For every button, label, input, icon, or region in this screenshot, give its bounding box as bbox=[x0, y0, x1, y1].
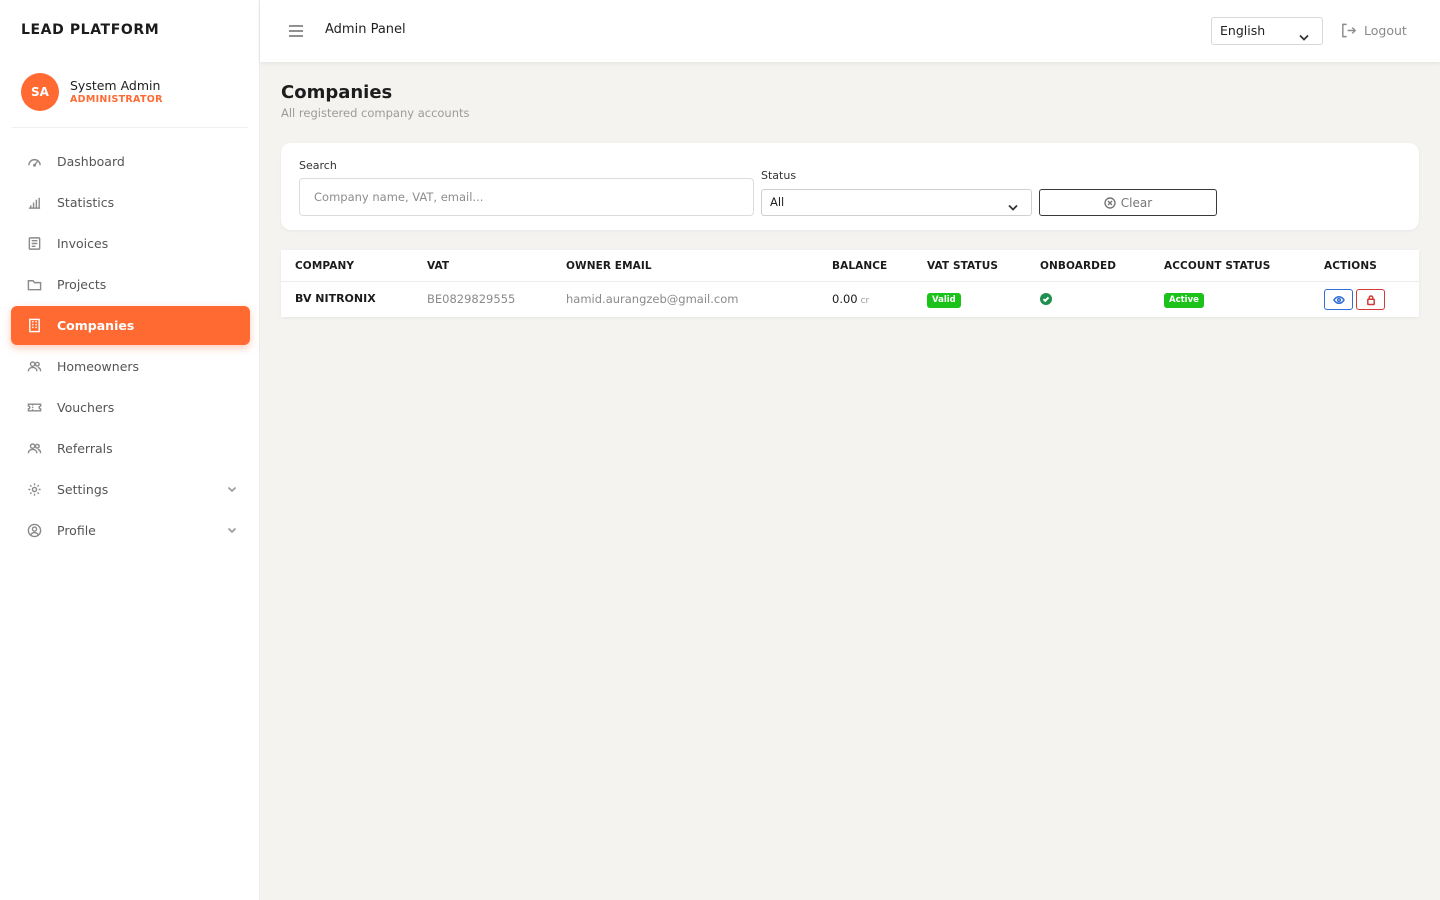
column-header-vat-status[interactable]: VAT STATUS bbox=[927, 260, 998, 272]
header-title: Admin Panel bbox=[325, 22, 406, 37]
sidebar-item-label: Companies bbox=[57, 318, 135, 333]
sidebar-divider bbox=[12, 127, 248, 128]
sidebar-item-invoices[interactable]: Invoices bbox=[11, 224, 250, 263]
sidebar-item-label: Homeowners bbox=[57, 359, 140, 374]
sidebar-item-vouchers[interactable]: Vouchers bbox=[11, 388, 250, 427]
column-header-vat[interactable]: VAT bbox=[427, 260, 449, 272]
lock-icon bbox=[1366, 294, 1375, 305]
user-circle-icon bbox=[27, 523, 42, 538]
lock-button[interactable] bbox=[1356, 289, 1385, 310]
clear-button[interactable]: Clear bbox=[1039, 189, 1217, 216]
vat-status-badge: Valid bbox=[927, 293, 961, 308]
logout-label: Logout bbox=[1364, 23, 1407, 38]
page-title: Companies bbox=[281, 82, 393, 103]
column-header-account-status[interactable]: ACCOUNT STATUS bbox=[1164, 260, 1270, 272]
gear-icon bbox=[27, 482, 42, 497]
cell-company[interactable]: BV NITRONIX bbox=[295, 292, 376, 305]
avatar: SA bbox=[21, 73, 59, 111]
language-select[interactable]: English bbox=[1211, 17, 1323, 45]
search-input[interactable] bbox=[299, 178, 754, 216]
bar-chart-icon bbox=[27, 195, 42, 210]
eye-icon bbox=[1332, 295, 1345, 304]
search-label: Search bbox=[299, 159, 337, 172]
sidebar-item-homeowners[interactable]: Homeowners bbox=[11, 347, 250, 386]
column-header-actions: ACTIONS bbox=[1324, 260, 1377, 272]
column-header-owner-email[interactable]: OWNER EMAIL bbox=[566, 260, 652, 272]
user-role: ADMINISTRATOR bbox=[70, 94, 163, 105]
hamburger-menu-icon[interactable] bbox=[288, 23, 304, 37]
sidebar-nav: Dashboard Statistics Invoices Projects C… bbox=[11, 142, 250, 552]
sidebar: LEAD PLATFORM SA System Admin ADMINISTRA… bbox=[0, 0, 260, 900]
sidebar-item-referrals[interactable]: Referrals bbox=[11, 429, 250, 468]
cell-owner-email: hamid.aurangzeb@gmail.com bbox=[566, 292, 739, 306]
status-select[interactable]: All bbox=[761, 189, 1032, 216]
ticket-icon bbox=[27, 400, 42, 415]
sidebar-item-label: Vouchers bbox=[57, 400, 115, 415]
sidebar-item-projects[interactable]: Projects bbox=[11, 265, 250, 304]
sidebar-item-label: Profile bbox=[57, 523, 96, 538]
top-header: Admin Panel English Logout bbox=[260, 0, 1440, 62]
clear-button-label: Clear bbox=[1120, 195, 1153, 210]
users-icon bbox=[27, 359, 42, 374]
logout-button[interactable]: Logout bbox=[1340, 22, 1407, 39]
building-icon bbox=[27, 318, 42, 333]
sidebar-item-dashboard[interactable]: Dashboard bbox=[11, 142, 250, 181]
column-header-onboarded[interactable]: ONBOARDED bbox=[1040, 260, 1116, 272]
status-select-value: All bbox=[770, 195, 785, 209]
user-name: System Admin bbox=[70, 78, 161, 93]
clear-circle-x-icon bbox=[1104, 196, 1116, 209]
onboarded-check-icon bbox=[1040, 293, 1052, 305]
gauge-icon bbox=[27, 154, 42, 169]
invoice-icon bbox=[27, 236, 42, 251]
users-icon bbox=[27, 441, 42, 456]
chevron-down-icon bbox=[1007, 197, 1019, 211]
balance-value: 0.00 bbox=[832, 292, 858, 306]
user-card: SA System Admin ADMINISTRATOR bbox=[21, 73, 163, 111]
account-status-badge: Active bbox=[1164, 293, 1204, 308]
sidebar-item-label: Projects bbox=[57, 277, 107, 292]
sidebar-item-label: Referrals bbox=[57, 441, 113, 456]
view-button[interactable] bbox=[1324, 289, 1353, 310]
sidebar-item-label: Settings bbox=[57, 482, 109, 497]
column-header-balance[interactable]: BALANCE bbox=[832, 260, 887, 272]
chevron-down-icon bbox=[226, 483, 238, 495]
filter-card: Search Status All Clear bbox=[281, 143, 1419, 230]
sidebar-item-label: Dashboard bbox=[57, 154, 125, 169]
sidebar-item-label: Statistics bbox=[57, 195, 115, 210]
status-label: Status bbox=[761, 169, 797, 182]
chevron-down-icon bbox=[1298, 26, 1310, 41]
sidebar-item-settings[interactable]: Settings bbox=[11, 470, 250, 509]
cell-balance: 0.00 cr bbox=[832, 292, 869, 306]
column-header-company[interactable]: COMPANY bbox=[295, 260, 354, 272]
logout-icon bbox=[1342, 23, 1357, 38]
sidebar-item-companies[interactable]: Companies bbox=[11, 306, 250, 345]
brand-logo-text: LEAD PLATFORM bbox=[21, 22, 160, 38]
folder-icon bbox=[27, 277, 42, 292]
chevron-down-icon bbox=[226, 524, 238, 536]
balance-unit: cr bbox=[860, 296, 870, 306]
language-select-value: English bbox=[1220, 23, 1266, 38]
sidebar-item-statistics[interactable]: Statistics bbox=[11, 183, 250, 222]
header-divider bbox=[281, 281, 1419, 282]
cell-vat: BE0829829555 bbox=[427, 292, 516, 306]
sidebar-item-label: Invoices bbox=[57, 236, 109, 251]
sidebar-item-profile[interactable]: Profile bbox=[11, 511, 250, 550]
page-subtitle: All registered company accounts bbox=[281, 106, 470, 120]
companies-table: COMPANY VAT OWNER EMAIL BALANCE VAT STAT… bbox=[281, 250, 1419, 317]
